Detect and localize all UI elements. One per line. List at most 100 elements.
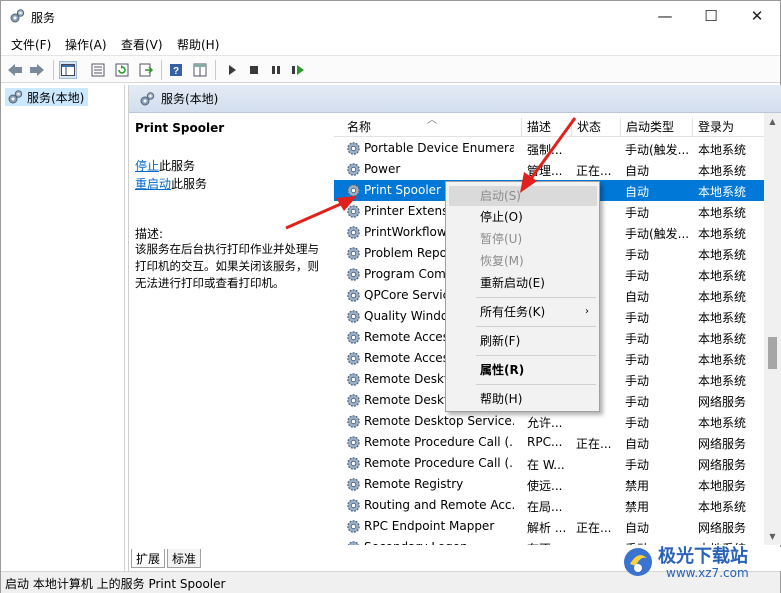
watermark-logo-icon bbox=[624, 548, 652, 576]
help-icon[interactable]: ? bbox=[167, 61, 185, 79]
ctx-properties[interactable]: 属性(R) bbox=[449, 360, 597, 380]
service-gear-icon bbox=[347, 142, 360, 155]
service-logon-cell: 网络服务 bbox=[698, 437, 747, 451]
service-name-cell: Remote Procedure Call (... bbox=[364, 456, 514, 470]
tab-extended[interactable]: 扩展 bbox=[131, 549, 166, 568]
table-row[interactable]: RPC Endpoint Mapper 解析 ... 正在... 自动 网络服务 bbox=[334, 516, 764, 537]
toolbar: ? bbox=[1, 55, 780, 83]
show-hide-pane-icon[interactable] bbox=[191, 61, 209, 79]
console-tree-pane: 服务(本地) bbox=[1, 85, 125, 571]
vertical-scrollbar[interactable]: ▲ ▼ bbox=[764, 113, 781, 545]
table-row[interactable]: Portable Device Enumera... 强制... 手动(触发... 本… bbox=[334, 138, 764, 159]
service-name-cell: Routing and Remote Acc... bbox=[364, 498, 514, 512]
service-name-cell: RPC Endpoint Mapper bbox=[364, 519, 495, 533]
menu-action[interactable]: 操作(A) bbox=[65, 36, 107, 53]
service-gear-icon bbox=[347, 520, 360, 533]
close-button[interactable]: ✕ bbox=[734, 1, 780, 31]
ctx-resume[interactable]: 恢复(M) bbox=[449, 251, 597, 271]
ctx-restart[interactable]: 重新启动(E) bbox=[449, 273, 597, 293]
service-gear-icon bbox=[347, 205, 360, 218]
export-icon[interactable] bbox=[137, 61, 155, 79]
service-logon-cell: 网络服务 bbox=[698, 458, 747, 472]
ctx-separator bbox=[476, 355, 596, 356]
ctx-stop[interactable]: 停止(O) bbox=[449, 207, 597, 227]
ctx-separator bbox=[476, 384, 596, 385]
service-description-cell: 允许... bbox=[527, 416, 563, 430]
table-row[interactable]: Routing and Remote Acc... 在局... 禁用 本地系统 bbox=[334, 495, 764, 516]
submenu-arrow-icon: › bbox=[585, 306, 589, 317]
svg-text:?: ? bbox=[173, 66, 179, 77]
forward-icon[interactable] bbox=[28, 61, 46, 79]
pause-service-icon[interactable] bbox=[267, 61, 285, 79]
column-header-name[interactable]: 名称 bbox=[342, 118, 371, 137]
service-name-cell: Remote Procedure Call (... bbox=[364, 435, 514, 449]
scroll-thumb[interactable] bbox=[768, 337, 777, 369]
ctx-all-tasks[interactable]: 所有任务(K) › bbox=[449, 302, 597, 322]
start-service-icon[interactable] bbox=[223, 61, 241, 79]
service-logon-cell: 本地系统 bbox=[698, 227, 747, 241]
table-row[interactable]: Remote Registry 使远... 禁用 本地服务 bbox=[334, 474, 764, 495]
menu-view[interactable]: 查看(V) bbox=[121, 36, 163, 53]
minimize-button[interactable]: — bbox=[642, 1, 688, 31]
service-startup-cell: 手动 bbox=[625, 332, 650, 346]
refresh-icon[interactable] bbox=[113, 61, 131, 79]
service-gear-icon bbox=[347, 331, 360, 344]
service-status-cell: 正在... bbox=[576, 164, 612, 178]
context-menu: 启动(S) 停止(O) 暂停(U) 恢复(M) 重新启动(E) 所有任务(K) … bbox=[445, 181, 600, 412]
ctx-separator bbox=[476, 326, 596, 327]
description-label: 描述: bbox=[135, 227, 164, 241]
ctx-start[interactable]: 启动(S) bbox=[449, 186, 597, 206]
service-startup-cell: 禁用 bbox=[625, 500, 650, 514]
services-gear-icon bbox=[140, 91, 155, 105]
service-status-cell: 正在... bbox=[576, 437, 612, 451]
service-logon-cell: 本地系统 bbox=[698, 500, 747, 514]
service-gear-icon bbox=[347, 268, 360, 281]
scroll-up-icon[interactable]: ▲ bbox=[764, 113, 781, 130]
service-logon-cell: 本地系统 bbox=[698, 416, 747, 430]
service-startup-cell: 自动 bbox=[625, 437, 650, 451]
service-logon-cell: 网络服务 bbox=[698, 395, 747, 409]
table-row[interactable]: Remote Desktop Service... 允许... 手动 本地系统 bbox=[334, 411, 764, 432]
column-header-startup-type[interactable]: 启动类型 bbox=[620, 118, 674, 137]
tree-item-label: 服务(本地) bbox=[27, 90, 85, 105]
service-startup-cell: 手动 bbox=[625, 353, 650, 367]
service-description-cell: 使远... bbox=[527, 479, 563, 493]
stop-service-link[interactable]: 停止 bbox=[135, 159, 159, 173]
watermark-brand: 极光下载站 bbox=[658, 546, 748, 567]
service-logon-cell: 本地系统 bbox=[698, 290, 747, 304]
back-icon[interactable] bbox=[6, 61, 24, 79]
service-gear-icon bbox=[347, 226, 360, 239]
table-row[interactable]: Remote Procedure Call (... RPC... 正在... 自动 网… bbox=[334, 432, 764, 453]
service-startup-cell: 手动 bbox=[625, 416, 650, 430]
service-startup-cell: 手动 bbox=[625, 395, 650, 409]
service-startup-cell: 手动 bbox=[625, 458, 650, 472]
menu-file[interactable]: 文件(F) bbox=[11, 36, 51, 53]
maximize-button[interactable]: ☐ bbox=[688, 1, 734, 31]
service-description-cell: 解析 ... bbox=[527, 521, 567, 535]
table-row[interactable]: Power 管理... 正在... 自动 本地系统 bbox=[334, 159, 764, 180]
service-gear-icon bbox=[347, 373, 360, 386]
watermark: 极光下载站 www.xz7.com bbox=[622, 540, 777, 590]
table-row[interactable]: Remote Procedure Call (... 在 W... 手动 网络服务 bbox=[334, 453, 764, 474]
service-logon-cell: 网络服务 bbox=[698, 521, 747, 535]
column-header-description[interactable]: 描述 bbox=[521, 118, 551, 137]
console-tree-icon[interactable] bbox=[59, 61, 77, 79]
service-logon-cell: 本地系统 bbox=[698, 185, 747, 199]
menu-help[interactable]: 帮助(H) bbox=[177, 36, 219, 53]
service-startup-cell: 手动 bbox=[625, 248, 650, 262]
column-header-status[interactable]: 状态 bbox=[571, 118, 601, 137]
service-startup-cell: 自动 bbox=[625, 185, 650, 199]
service-name-cell: Power bbox=[364, 162, 401, 176]
restart-service-link[interactable]: 重启动 bbox=[135, 177, 171, 191]
ctx-help[interactable]: 帮助(H) bbox=[449, 389, 597, 409]
ctx-pause[interactable]: 暂停(U) bbox=[449, 229, 597, 249]
restart-service-icon[interactable] bbox=[289, 61, 307, 79]
properties-list-icon[interactable] bbox=[89, 61, 107, 79]
stop-service-icon[interactable] bbox=[245, 61, 263, 79]
tab-standard[interactable]: 标准 bbox=[167, 549, 202, 568]
tree-item-services-local[interactable]: 服务(本地) bbox=[5, 88, 89, 106]
service-startup-cell: 手动 bbox=[625, 206, 650, 220]
column-header-logon-as[interactable]: 登录为 bbox=[692, 118, 734, 137]
service-description-panel: Print Spooler 停止此服务 重启动此服务 描述: 该服务在后台执行打… bbox=[129, 113, 331, 545]
ctx-refresh[interactable]: 刷新(F) bbox=[449, 331, 597, 351]
